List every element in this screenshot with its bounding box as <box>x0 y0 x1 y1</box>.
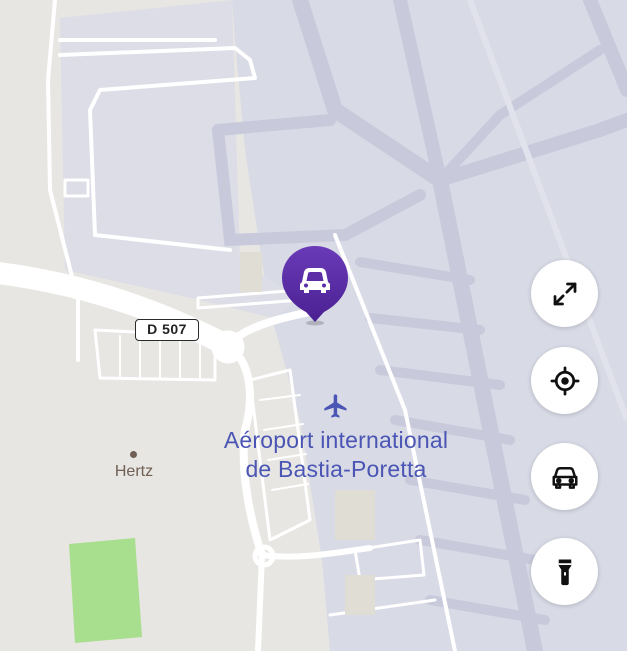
flashlight-button[interactable] <box>531 538 598 605</box>
locate-me-button[interactable] <box>531 347 598 414</box>
fullscreen-button[interactable] <box>531 260 598 327</box>
poi-dot <box>130 451 137 458</box>
airport-label: Aéroport international de Bastia-Poretta <box>150 426 522 484</box>
airport-label-line2: de Bastia-Poretta <box>245 456 427 482</box>
flashlight-icon <box>558 559 571 585</box>
parked-car-marker[interactable] <box>280 244 350 326</box>
car-button[interactable] <box>531 443 598 510</box>
airport-label-line1: Aéroport international <box>223 427 449 453</box>
airplane-icon <box>324 394 347 418</box>
park-area <box>69 538 142 643</box>
road-shield-d507: D 507 <box>135 319 199 341</box>
crosshair-target-icon <box>550 366 579 395</box>
poi-label-hertz[interactable]: Hertz <box>104 463 164 481</box>
car-icon <box>552 466 577 489</box>
expand-arrows-icon <box>553 282 576 305</box>
